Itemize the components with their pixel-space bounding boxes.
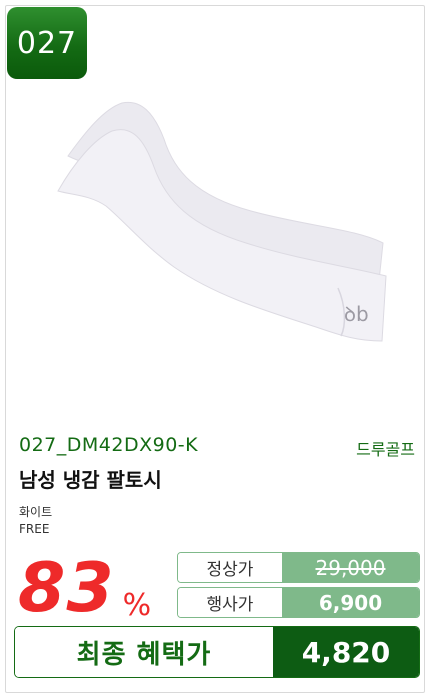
final-price-value: 4,820 — [273, 627, 419, 677]
brand-logo-icon: ꝺb — [344, 302, 369, 326]
regular-price-value: 29,000 — [282, 553, 419, 582]
final-price-label: 최종 혜택가 — [15, 627, 273, 677]
sale-price-value: 6,900 — [282, 588, 419, 617]
brand-name[interactable]: 드루골프 — [356, 436, 415, 460]
discount-unit: % — [122, 588, 152, 623]
regular-price-label: 정상가 — [178, 553, 282, 582]
rank-badge: 027 — [7, 7, 87, 79]
product-card[interactable]: 027 ꝺb 027_DM42DX90-K 드루골프 남성 냉감 팔토시 화이트… — [5, 5, 425, 693]
sale-price-label: 행사가 — [178, 588, 282, 617]
product-name[interactable]: 남성 냉감 팔토시 — [19, 464, 162, 493]
regular-price-row: 정상가 29,000 — [177, 552, 420, 583]
rank-number: 027 — [16, 25, 78, 61]
discount-rate: 83 % — [18, 551, 151, 627]
product-size: FREE — [19, 522, 50, 536]
product-color: 화이트 — [19, 505, 53, 519]
product-image[interactable]: ꝺb — [46, 91, 396, 351]
discount-number: 83 — [18, 549, 115, 628]
final-price-row[interactable]: 최종 혜택가 4,820 — [14, 626, 420, 678]
product-code[interactable]: 027_DM42DX90-K — [19, 434, 198, 456]
sale-price-row: 행사가 6,900 — [177, 587, 420, 618]
